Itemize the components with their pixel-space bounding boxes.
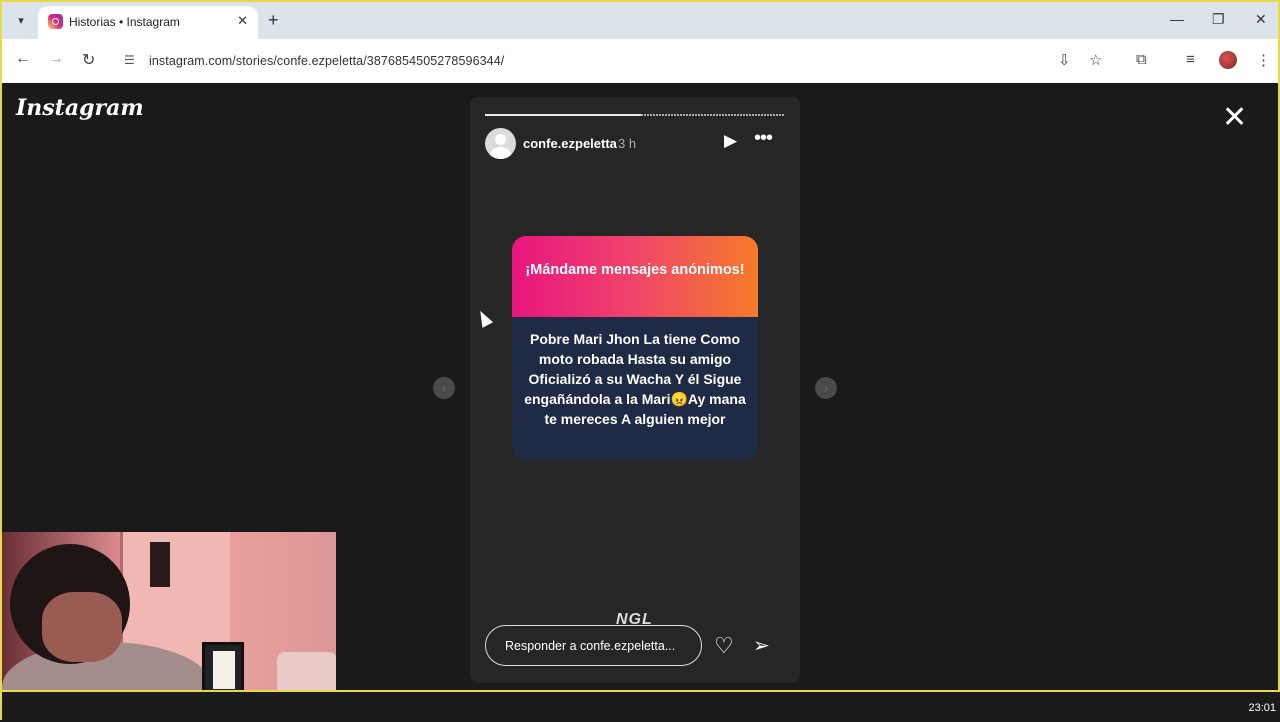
close-icon[interactable]: ✕: [1222, 103, 1247, 133]
install-app-icon[interactable]: ⇩: [1058, 51, 1071, 69]
send-icon[interactable]: ➢: [753, 633, 770, 658]
next-story-icon[interactable]: ›: [815, 377, 837, 399]
webcam-ring-light: [202, 642, 244, 697]
card-message: Pobre Mari Jhon La tiene Como moto robad…: [524, 331, 746, 427]
story-frame[interactable]: confe.ezpeletta 3 h ▶ ••• ¡Mándame mensa…: [470, 97, 800, 683]
more-options-icon[interactable]: •••: [754, 127, 773, 150]
back-icon[interactable]: ←: [15, 50, 31, 68]
browser-window: ▾ Historias • Instagram ✕ + — ❐ ✕ ← → ↻ …: [0, 0, 1280, 722]
address-bar[interactable]: ☰ instagram.com/stories/confe.ezpeletta/…: [114, 45, 1114, 77]
profile-avatar[interactable]: [1219, 51, 1237, 69]
reply-placeholder: Responder a confe.ezpeletta...: [505, 639, 676, 653]
previous-story-icon[interactable]: ‹: [433, 377, 455, 399]
story-time: 3 h: [618, 136, 637, 151]
story-progress-fill: [485, 114, 641, 116]
new-tab-button[interactable]: +: [268, 10, 279, 30]
restore-icon[interactable]: ❐: [1212, 11, 1225, 28]
media-control-icon[interactable]: ≡: [1186, 51, 1195, 68]
tab-close-icon[interactable]: ✕: [237, 13, 248, 29]
tab-historias[interactable]: Historias • Instagram ✕: [38, 6, 258, 39]
browser-toolbar: ← → ↻ ☰ instagram.com/stories/confe.ezpe…: [2, 39, 1278, 83]
extensions-icon[interactable]: ⧉: [1136, 51, 1147, 68]
play-icon[interactable]: ▶: [724, 131, 737, 151]
minimize-icon[interactable]: —: [1170, 11, 1184, 27]
menu-kebab-icon[interactable]: ⋮: [1256, 51, 1271, 69]
story-username[interactable]: confe.ezpeletta: [523, 136, 617, 151]
window-close-icon[interactable]: ✕: [1255, 11, 1267, 28]
reply-input[interactable]: Responder a confe.ezpeletta...: [485, 625, 702, 666]
site-info-icon[interactable]: ☰: [124, 53, 135, 67]
forward-icon[interactable]: →: [48, 50, 64, 68]
heart-icon[interactable]: ♡: [714, 633, 734, 659]
story-progress-bar: [485, 114, 785, 116]
reload-icon[interactable]: ↻: [82, 50, 95, 70]
webcam-window: [150, 542, 170, 587]
avatar[interactable]: [485, 128, 516, 159]
instagram-favicon-icon: [48, 14, 63, 29]
url-text[interactable]: instagram.com/stories/confe.ezpeletta/38…: [149, 54, 504, 68]
bookmark-star-icon[interactable]: ☆: [1089, 51, 1102, 69]
webcam-person-face: [42, 592, 122, 662]
taskbar: 23:01: [2, 690, 1280, 722]
anonymous-message-card: ¡Mándame mensajes anónimos! Pobre Mari J…: [512, 236, 758, 461]
clock: 23:01: [1248, 702, 1276, 714]
tab-title: Historias • Instagram: [69, 15, 180, 29]
card-header: ¡Mándame mensajes anónimos!: [512, 236, 758, 317]
tab-bar: ▾ Historias • Instagram ✕ + — ❐ ✕: [2, 2, 1278, 39]
chevron-down-icon[interactable]: ▾: [10, 10, 32, 32]
instagram-logo[interactable]: Instagram: [16, 95, 144, 121]
